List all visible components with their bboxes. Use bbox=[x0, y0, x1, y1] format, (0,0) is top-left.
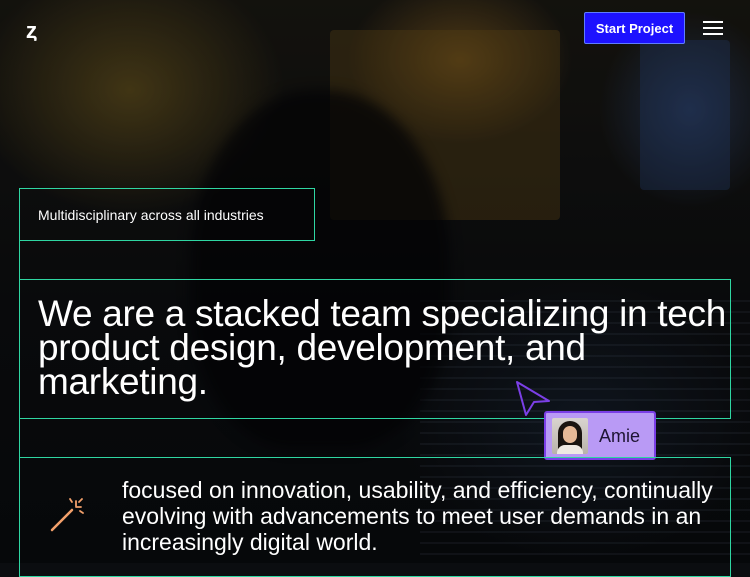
subheadline: focused on innovation, usability, and ef… bbox=[122, 477, 713, 555]
start-project-button[interactable]: Start Project bbox=[584, 12, 685, 44]
hamburger-menu-icon[interactable] bbox=[703, 19, 725, 37]
frame-connector bbox=[19, 419, 20, 457]
tagline: Multidisciplinary across all industries bbox=[38, 207, 264, 223]
logo-icon[interactable]: ȥ bbox=[26, 18, 37, 44]
avatar bbox=[552, 418, 588, 454]
collaborator-name: Amie bbox=[599, 426, 641, 446]
page-title: We are a stacked team specializing in te… bbox=[38, 293, 727, 402]
frame-connector bbox=[19, 241, 20, 279]
collaborator-badge: Amie bbox=[544, 411, 656, 460]
magic-wand-icon bbox=[50, 498, 84, 532]
